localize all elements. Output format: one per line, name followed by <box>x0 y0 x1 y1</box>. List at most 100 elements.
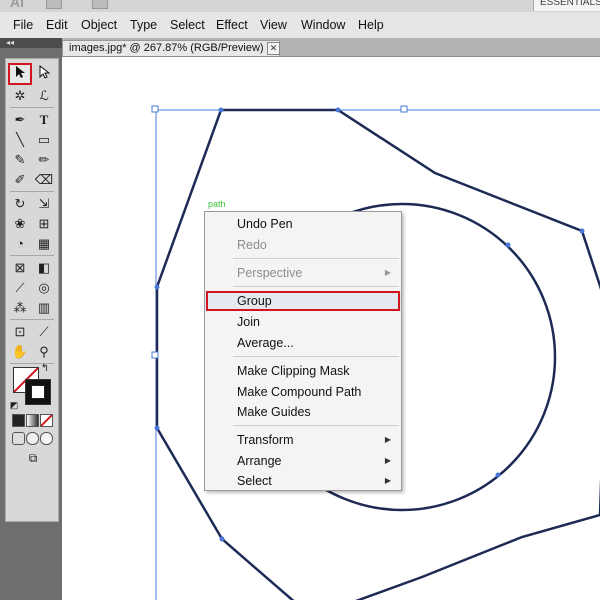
gradient-tool-icon[interactable]: ◧ <box>34 259 54 277</box>
anchor-point <box>154 284 160 290</box>
separator <box>10 107 54 108</box>
menu-item-average[interactable]: Average... <box>205 333 401 353</box>
shape-builder-tool-icon[interactable]: ◔ <box>10 235 30 253</box>
menu-item-undo-pen[interactable]: Undo Pen <box>205 214 401 234</box>
hand-tool-icon[interactable]: ✋ <box>10 343 30 361</box>
menu-item-label: Transform <box>237 433 294 447</box>
menu-item-label: Make Guides <box>237 405 311 419</box>
type-tool-icon[interactable]: T <box>34 111 54 129</box>
bounding-handle-middle-left <box>151 351 159 359</box>
column-graph-tool-icon[interactable]: ▥ <box>34 299 54 317</box>
blend-tool-icon[interactable]: ◎ <box>34 279 54 297</box>
pencil-tool-icon[interactable]: ✏ <box>34 151 54 169</box>
menu-item-label: Select <box>237 474 272 488</box>
draw-inside-icon[interactable] <box>40 432 53 445</box>
menu-item-label: Redo <box>237 238 267 252</box>
menu-item-make-compound-path[interactable]: Make Compound Path <box>205 382 401 402</box>
submenu-arrow-icon: ▶ <box>384 268 391 277</box>
rotate-tool-icon[interactable]: ↻ <box>10 195 30 213</box>
menu-window[interactable]: Window <box>301 18 345 32</box>
anchor-point <box>218 107 224 113</box>
blob-brush-tool-icon[interactable]: ✐ <box>10 171 30 189</box>
separator <box>10 319 54 320</box>
menu-item-label: Make Compound Path <box>237 385 362 399</box>
default-fill-stroke-icon[interactable]: ◩ <box>8 399 20 411</box>
panel-collapse-button[interactable]: ◂◂ <box>0 38 62 48</box>
menu-file[interactable]: File <box>13 18 33 32</box>
app-logo: Ai <box>10 0 24 10</box>
menu-item-arrange[interactable]: Arrange ▶ <box>205 451 401 471</box>
eyedropper-tool-icon[interactable]: ⟋ <box>10 279 30 297</box>
menu-item-label: Perspective <box>237 266 303 280</box>
submenu-arrow-icon: ▶ <box>384 456 391 465</box>
anchor-point <box>219 536 225 542</box>
magic-wand-tool-icon[interactable]: ✲ <box>10 87 30 105</box>
menu-divider <box>233 258 399 259</box>
draw-normal-icon[interactable] <box>12 432 25 445</box>
bounding-handle-top-middle <box>400 105 408 113</box>
menu-item-perspective[interactable]: Perspective ▶ <box>205 263 401 283</box>
gradient-icon[interactable] <box>26 414 39 427</box>
menu-item-join[interactable]: Join <box>205 312 401 332</box>
rectangle-tool-icon[interactable]: ▭ <box>34 131 54 149</box>
menu-divider <box>233 356 399 357</box>
free-transform-tool-icon[interactable]: ⊞ <box>34 215 54 233</box>
paintbrush-tool-icon[interactable]: ✎ <box>10 151 30 169</box>
menu-type[interactable]: Type <box>130 18 157 32</box>
anchor-point <box>335 107 341 113</box>
menu-view[interactable]: View <box>260 18 287 32</box>
path-hint-label: path <box>208 199 226 209</box>
screen-mode-icon[interactable]: ⧉ <box>22 449 44 467</box>
eraser-tool-icon[interactable]: ⌫ <box>34 171 54 189</box>
scale-tool-icon[interactable]: ⇲ <box>34 195 54 213</box>
lasso-tool-icon[interactable]: ℒ <box>34 87 54 105</box>
slice-tool-icon[interactable]: ⟋ <box>34 323 54 341</box>
submenu-arrow-icon: ▶ <box>384 476 391 485</box>
menu-item-label: Average... <box>237 336 294 350</box>
menu-item-make-guides[interactable]: Make Guides <box>205 402 401 422</box>
menu-divider <box>233 286 399 287</box>
document-tab-title: images.jpg* @ 267.87% (RGB/Preview) <box>69 42 264 54</box>
anchor-point <box>154 425 160 431</box>
pen-tool-icon[interactable]: ✒ <box>10 111 30 129</box>
none-icon[interactable] <box>40 414 53 427</box>
zoom-tool-icon[interactable]: ⚲ <box>34 343 54 361</box>
symbol-sprayer-tool-icon[interactable]: ⁂ <box>10 299 30 317</box>
menu-item-select[interactable]: Select ▶ <box>205 471 401 491</box>
selection-tool-icon[interactable] <box>8 63 32 85</box>
highlight-annotation-box <box>206 291 400 311</box>
mesh-tool-icon[interactable]: ⊠ <box>10 259 30 277</box>
menu-item-label: Arrange <box>237 454 282 468</box>
color-icon[interactable] <box>12 414 25 427</box>
document-tab[interactable]: images.jpg* @ 267.87% (RGB/Preview) ✕ <box>62 40 280 56</box>
menu-effect[interactable]: Effect <box>216 18 248 32</box>
warp-tool-icon[interactable]: ❀ <box>10 215 30 233</box>
menu-item-label: Join <box>237 315 260 329</box>
swap-fill-stroke-icon[interactable]: ↰ <box>38 363 52 375</box>
bridge-button[interactable] <box>46 0 62 9</box>
menu-divider <box>233 425 399 426</box>
artboard-tool-icon[interactable]: ⊡ <box>10 323 30 341</box>
anchor-point <box>579 228 585 234</box>
menu-item-label: Make Clipping Mask <box>237 364 350 378</box>
arrange-documents-button[interactable] <box>92 0 108 9</box>
anchor-point <box>495 472 501 478</box>
draw-behind-icon[interactable] <box>26 432 39 445</box>
anchor-point <box>505 242 511 248</box>
direct-selection-tool-icon[interactable] <box>34 64 54 83</box>
menu-object[interactable]: Object <box>81 18 117 32</box>
perspective-grid-tool-icon[interactable]: ▦ <box>34 235 54 253</box>
menu-edit[interactable]: Edit <box>46 18 68 32</box>
menu-select[interactable]: Select <box>170 18 205 32</box>
workspace-switcher[interactable]: ESSENTIALS <box>533 0 600 11</box>
menu-item-make-clipping-mask[interactable]: Make Clipping Mask <box>205 361 401 381</box>
tools-panel-body: ✲ ℒ ✒ T ╲ ▭ ✎ ✏ ✐ ⌫ ↻ ⇲ ❀ ⊞ ◔ ▦ ⊠ ◧ ⟋ ◎ … <box>5 58 59 522</box>
separator <box>10 255 54 256</box>
menu-item-transform[interactable]: Transform ▶ <box>205 430 401 450</box>
line-segment-tool-icon[interactable]: ╲ <box>10 131 30 149</box>
menu-help[interactable]: Help <box>358 18 384 32</box>
close-tab-icon[interactable]: ✕ <box>267 42 280 55</box>
menu-item-redo[interactable]: Redo <box>205 235 401 255</box>
stroke-swatch[interactable] <box>25 379 51 405</box>
context-menu: Undo Pen Redo Perspective ▶ Group Join Av… <box>204 211 402 491</box>
